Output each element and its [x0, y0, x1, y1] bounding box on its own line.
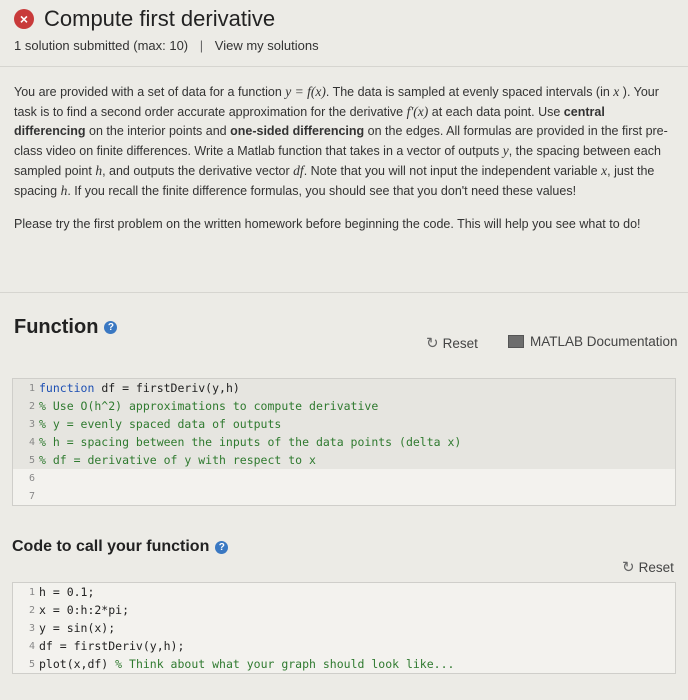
line-number: 4	[28, 640, 35, 652]
reset-icon: ↻	[426, 335, 439, 352]
problem-description: You are provided with a set of data for …	[14, 82, 672, 248]
function-section-title: Function ?	[14, 316, 118, 339]
function-code-editor[interactable]: 1 function df = firstDeriv(y,h) 2 % Use …	[12, 378, 676, 506]
code-text: df = firstDeriv(y,h)	[94, 381, 240, 395]
code-line: 1 function df = firstDeriv(y,h)	[13, 379, 675, 397]
function-reset-button[interactable]: ↻ Reset	[426, 334, 478, 352]
code-comment: % h = spacing between the inputs of the …	[39, 435, 462, 449]
code-comment: % Think about what your graph should loo…	[115, 657, 455, 671]
code-line: 4 % h = spacing between the inputs of th…	[13, 433, 675, 451]
call-section-title: Code to call your function ?	[12, 538, 229, 556]
question-circle-icon[interactable]: ?	[104, 321, 118, 334]
docs-label: MATLAB Documentation	[530, 334, 678, 349]
desc-text: . The data is sampled at evenly spaced i…	[325, 85, 610, 99]
call-reset-button[interactable]: ↻ Reset	[622, 558, 674, 576]
divider	[0, 66, 688, 67]
code-line[interactable]: 5 plot(x,df) % Think about what your gra…	[13, 655, 675, 673]
code-line: 2 % Use O(h^2) approximations to compute…	[13, 397, 675, 415]
line-number: 4	[28, 436, 35, 448]
reset-icon: ↻	[622, 559, 635, 576]
view-solutions-link[interactable]: View my solutions	[215, 38, 319, 53]
code-line[interactable]: 6	[13, 469, 675, 487]
submission-info: 1 solution submitted (max: 10) | View my…	[14, 38, 674, 53]
code-line[interactable]: 2 x = 0:h:2*pi;	[13, 601, 675, 619]
description-paragraph-1: You are provided with a set of data for …	[14, 82, 672, 201]
function-title-text: Function	[14, 316, 99, 338]
separator: |	[199, 38, 204, 53]
one-sided-differencing-text: one-sided differencing	[230, 124, 365, 138]
line-number: 5	[28, 658, 35, 670]
code-comment: % df = derivative of y with respect to x	[39, 453, 316, 467]
code-comment: % y = evenly spaced data of outputs	[39, 417, 282, 431]
keyword: function	[39, 381, 95, 395]
line-number: 1	[28, 382, 35, 394]
desc-text: , and outputs the derivative vector	[102, 164, 290, 178]
code-text[interactable]: plot(x,df)	[39, 657, 115, 671]
line-number: 1	[28, 586, 35, 598]
code-text[interactable]: h = 0.1;	[39, 585, 94, 599]
header: × Compute first derivative 1 solution su…	[14, 6, 674, 53]
desc-text: on the interior points and	[89, 124, 227, 138]
code-text[interactable]: x = 0:h:2*pi;	[39, 603, 129, 617]
submitted-count: 1 solution submitted (max: 10)	[14, 38, 189, 53]
code-text[interactable]: df = firstDeriv(y,h);	[39, 639, 184, 653]
code-line[interactable]: 4 df = firstDeriv(y,h);	[13, 637, 675, 655]
call-title-text: Code to call your function	[12, 538, 210, 555]
line-number: 3	[28, 418, 35, 430]
book-icon	[508, 335, 524, 348]
code-line: 3 % y = evenly spaced data of outputs	[13, 415, 675, 433]
matlab-documentation-link[interactable]: MATLAB Documentation	[508, 334, 678, 349]
code-line[interactable]: 1 h = 0.1;	[13, 583, 675, 601]
code-line[interactable]: 7	[13, 487, 675, 505]
page-title: Compute first derivative	[44, 6, 276, 31]
math-x: x	[613, 84, 620, 99]
description-paragraph-2: Please try the first problem on the writ…	[14, 217, 641, 231]
math-fprime: f′(x)	[406, 104, 429, 119]
reset-label: Reset	[638, 559, 674, 575]
code-line[interactable]: 3 y = sin(x);	[13, 619, 675, 637]
title-row: × Compute first derivative	[14, 6, 674, 32]
desc-text: . Note that you will not input the indep…	[303, 164, 598, 178]
desc-text: at each data point. Use	[431, 105, 561, 119]
desc-text: . If you recall the finite difference fo…	[67, 184, 577, 198]
divider	[0, 292, 688, 293]
x-circle-icon: ×	[14, 9, 34, 29]
line-number: 6	[28, 472, 35, 484]
line-number: 7	[28, 490, 35, 502]
line-number: 5	[28, 454, 35, 466]
code-line: 5 % df = derivative of y with respect to…	[13, 451, 675, 469]
math-df: df	[293, 163, 304, 178]
desc-text: You are provided with a set of data for …	[14, 85, 282, 99]
call-code-editor[interactable]: 1 h = 0.1; 2 x = 0:h:2*pi; 3 y = sin(x);…	[12, 582, 676, 674]
reset-label: Reset	[442, 335, 478, 351]
line-number: 3	[28, 622, 35, 634]
code-text[interactable]: y = sin(x);	[39, 621, 115, 635]
code-comment: % Use O(h^2) approximations to compute d…	[39, 399, 379, 413]
math-y-fx: y = f(x)	[285, 84, 326, 99]
line-number: 2	[28, 604, 35, 616]
question-circle-icon[interactable]: ?	[215, 540, 229, 554]
line-number: 2	[28, 400, 35, 412]
